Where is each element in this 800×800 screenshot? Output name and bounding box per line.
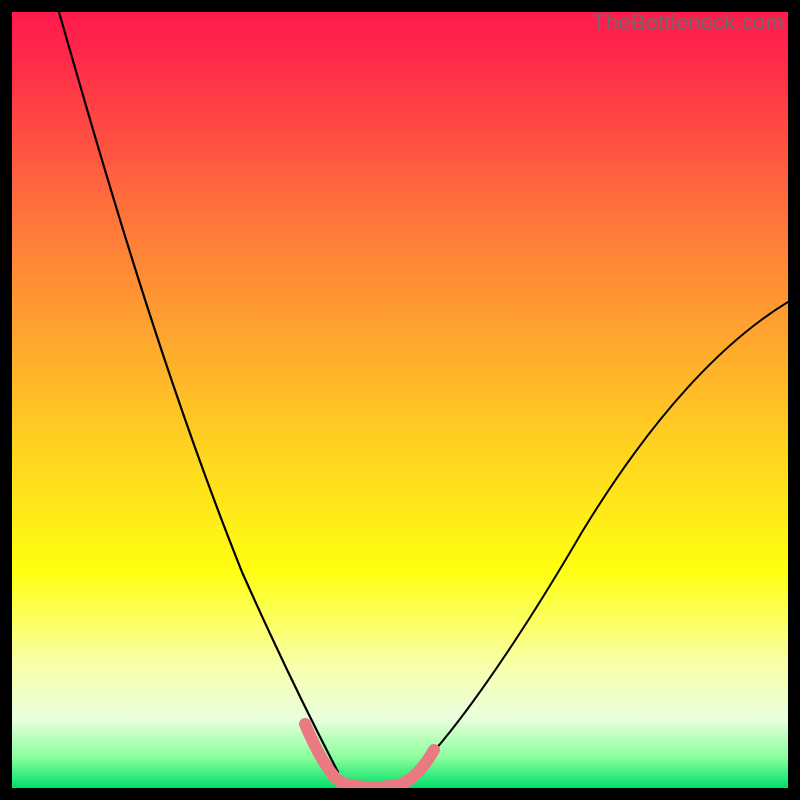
curves-layer	[12, 12, 788, 788]
right-curve	[400, 302, 788, 785]
left-curve	[59, 12, 338, 772]
watermark-text: TheBottleneck.com	[592, 10, 784, 36]
plot-area: TheBottleneck.com	[12, 12, 788, 788]
trough-highlight	[305, 724, 434, 787]
chart-frame: TheBottleneck.com	[12, 12, 788, 788]
